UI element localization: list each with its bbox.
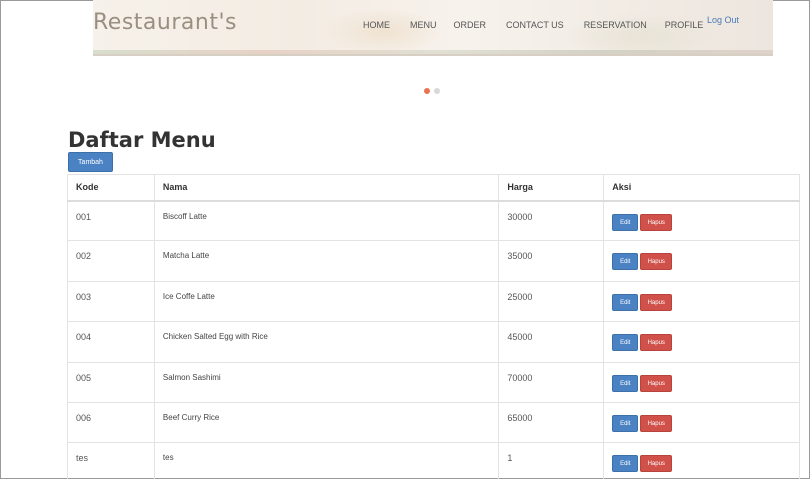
cell-kode: 004 bbox=[67, 321, 155, 363]
cell-kode: tes bbox=[67, 442, 155, 479]
table-row: 006 Beef Curry Rice 65000 Edit Hapus bbox=[67, 401, 800, 444]
edit-button[interactable]: Edit bbox=[612, 293, 639, 311]
delete-button[interactable]: Hapus bbox=[640, 374, 673, 392]
edit-button[interactable]: Edit bbox=[612, 213, 639, 231]
cell-harga: 45000 bbox=[498, 321, 605, 363]
cell-nama: Chicken Salted Egg with Rice bbox=[153, 321, 500, 363]
brand-logo[interactable]: Restaurant's bbox=[93, 10, 237, 35]
cell-nama: tes bbox=[153, 442, 500, 479]
header-kode: Kode bbox=[67, 174, 155, 202]
delete-button[interactable]: Hapus bbox=[640, 414, 673, 432]
cell-kode: 006 bbox=[67, 401, 155, 444]
cell-kode: 002 bbox=[67, 240, 155, 282]
edit-button[interactable]: Edit bbox=[612, 414, 639, 432]
cell-aksi: Edit Hapus bbox=[603, 280, 800, 323]
nav-order[interactable]: ORDER bbox=[454, 20, 487, 30]
nav-profile[interactable]: PROFILE bbox=[665, 20, 704, 30]
nav-menu[interactable]: MENU bbox=[410, 20, 437, 30]
delete-button[interactable]: Hapus bbox=[640, 334, 673, 352]
cell-nama: Ice Coffe Latte bbox=[153, 280, 500, 323]
cell-aksi: Edit Hapus bbox=[603, 401, 800, 444]
edit-button[interactable]: Edit bbox=[612, 334, 639, 352]
table-row: 004 Chicken Salted Egg with Rice 45000 E… bbox=[67, 321, 800, 363]
menu-table: Kode Nama Harga Aksi 001 Biscoff Latte 3… bbox=[67, 174, 800, 479]
logout-link[interactable]: Log Out bbox=[707, 15, 739, 25]
table-row: tes tes 1 Edit Hapus bbox=[67, 442, 800, 479]
edit-button[interactable]: Edit bbox=[612, 455, 639, 473]
main-nav: HOME MENU ORDER CONTACT US RESERVATION P… bbox=[363, 20, 703, 30]
banner-food-image bbox=[323, 8, 443, 54]
cell-aksi: Edit Hapus bbox=[603, 361, 800, 403]
cell-harga: 1 bbox=[498, 442, 605, 479]
delete-button[interactable]: Hapus bbox=[640, 253, 673, 271]
table-row: 005 Salmon Sashimi 70000 Edit Hapus bbox=[67, 361, 800, 403]
banner-strip bbox=[93, 50, 773, 54]
cell-harga: 70000 bbox=[498, 361, 605, 403]
carousel-dot-2[interactable] bbox=[434, 88, 440, 94]
edit-button[interactable]: Edit bbox=[612, 374, 639, 392]
cell-harga: 35000 bbox=[498, 240, 605, 282]
cell-aksi: Edit Hapus bbox=[603, 321, 800, 363]
nav-home[interactable]: HOME bbox=[363, 20, 390, 30]
cell-harga: 25000 bbox=[498, 280, 605, 323]
delete-button[interactable]: Hapus bbox=[640, 213, 673, 231]
header-aksi: Aksi bbox=[603, 174, 800, 202]
cell-kode: 005 bbox=[67, 361, 155, 403]
header-nama: Nama bbox=[153, 174, 500, 202]
cell-nama: Biscoff Latte bbox=[153, 199, 500, 242]
cell-harga: 65000 bbox=[498, 401, 605, 444]
cell-harga: 30000 bbox=[498, 199, 605, 242]
table-header-row: Kode Nama Harga Aksi bbox=[67, 174, 800, 202]
delete-button[interactable]: Hapus bbox=[640, 455, 673, 473]
cell-nama: Beef Curry Rice bbox=[153, 401, 500, 444]
cell-nama: Salmon Sashimi bbox=[153, 361, 500, 403]
nav-contact-us[interactable]: CONTACT US bbox=[506, 20, 564, 30]
header-harga: Harga bbox=[498, 174, 605, 202]
nav-reservation[interactable]: RESERVATION bbox=[584, 20, 647, 30]
add-button[interactable]: Tambah bbox=[68, 152, 113, 172]
cell-kode: 003 bbox=[67, 280, 155, 323]
carousel-dot-1[interactable] bbox=[424, 88, 430, 94]
delete-button[interactable]: Hapus bbox=[640, 293, 673, 311]
cell-aksi: Edit Hapus bbox=[603, 199, 800, 242]
cell-nama: Matcha Latte bbox=[153, 240, 500, 282]
cell-aksi: Edit Hapus bbox=[603, 240, 800, 282]
edit-button[interactable]: Edit bbox=[612, 253, 639, 271]
cell-aksi: Edit Hapus bbox=[603, 442, 800, 479]
page-title: Daftar Menu bbox=[68, 128, 216, 152]
table-row: 002 Matcha Latte 35000 Edit Hapus bbox=[67, 240, 800, 282]
table-row: 003 Ice Coffe Latte 25000 Edit Hapus bbox=[67, 280, 800, 323]
table-row: 001 Biscoff Latte 30000 Edit Hapus bbox=[67, 199, 800, 242]
carousel-indicators bbox=[424, 88, 440, 94]
cell-kode: 001 bbox=[67, 199, 155, 242]
